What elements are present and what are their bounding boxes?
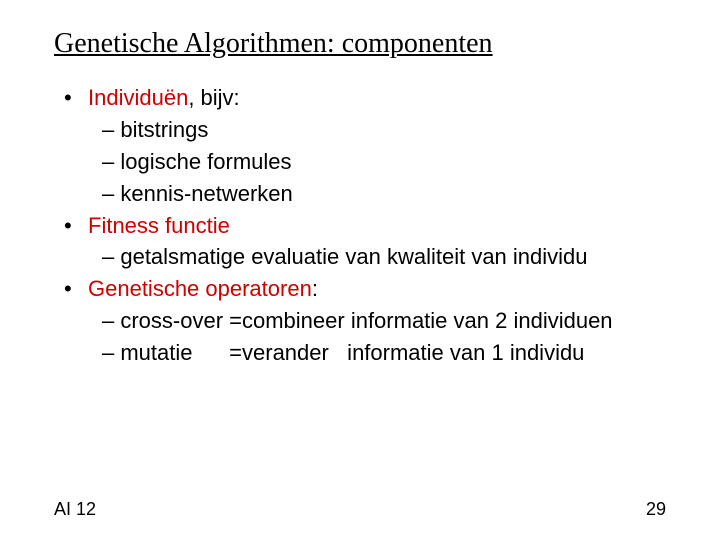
sub-item: – logische formules [86,146,680,178]
bullet-item: Genetische operatoren: [86,273,680,305]
bullet-rest: , bijv: [188,85,239,110]
sub-item: – getalsmatige evaluatie van kwaliteit v… [86,241,680,273]
bullet-term: Genetische operatoren [88,276,312,301]
sub-item: – mutatie =verander informatie van 1 ind… [86,337,680,369]
slide-body: Individuën, bijv: – bitstrings – logisch… [54,82,680,369]
footer-page-number: 29 [646,499,666,520]
bullet-item: Fitness functie [86,210,680,242]
slide-title: Genetische Algorithmen: componenten [54,28,680,60]
sub-item: – bitstrings [86,114,680,146]
sub-item: – kennis-netwerken [86,178,680,210]
sub-item: – cross-over =combineer informatie van 2… [86,305,680,337]
bullet-item: Individuën, bijv: [86,82,680,114]
bullet-term: Fitness functie [88,213,230,238]
bullet-term: Individuën [88,85,188,110]
bullet-rest: : [312,276,318,301]
slide-footer: AI 12 29 [54,499,666,520]
footer-left: AI 12 [54,499,96,520]
